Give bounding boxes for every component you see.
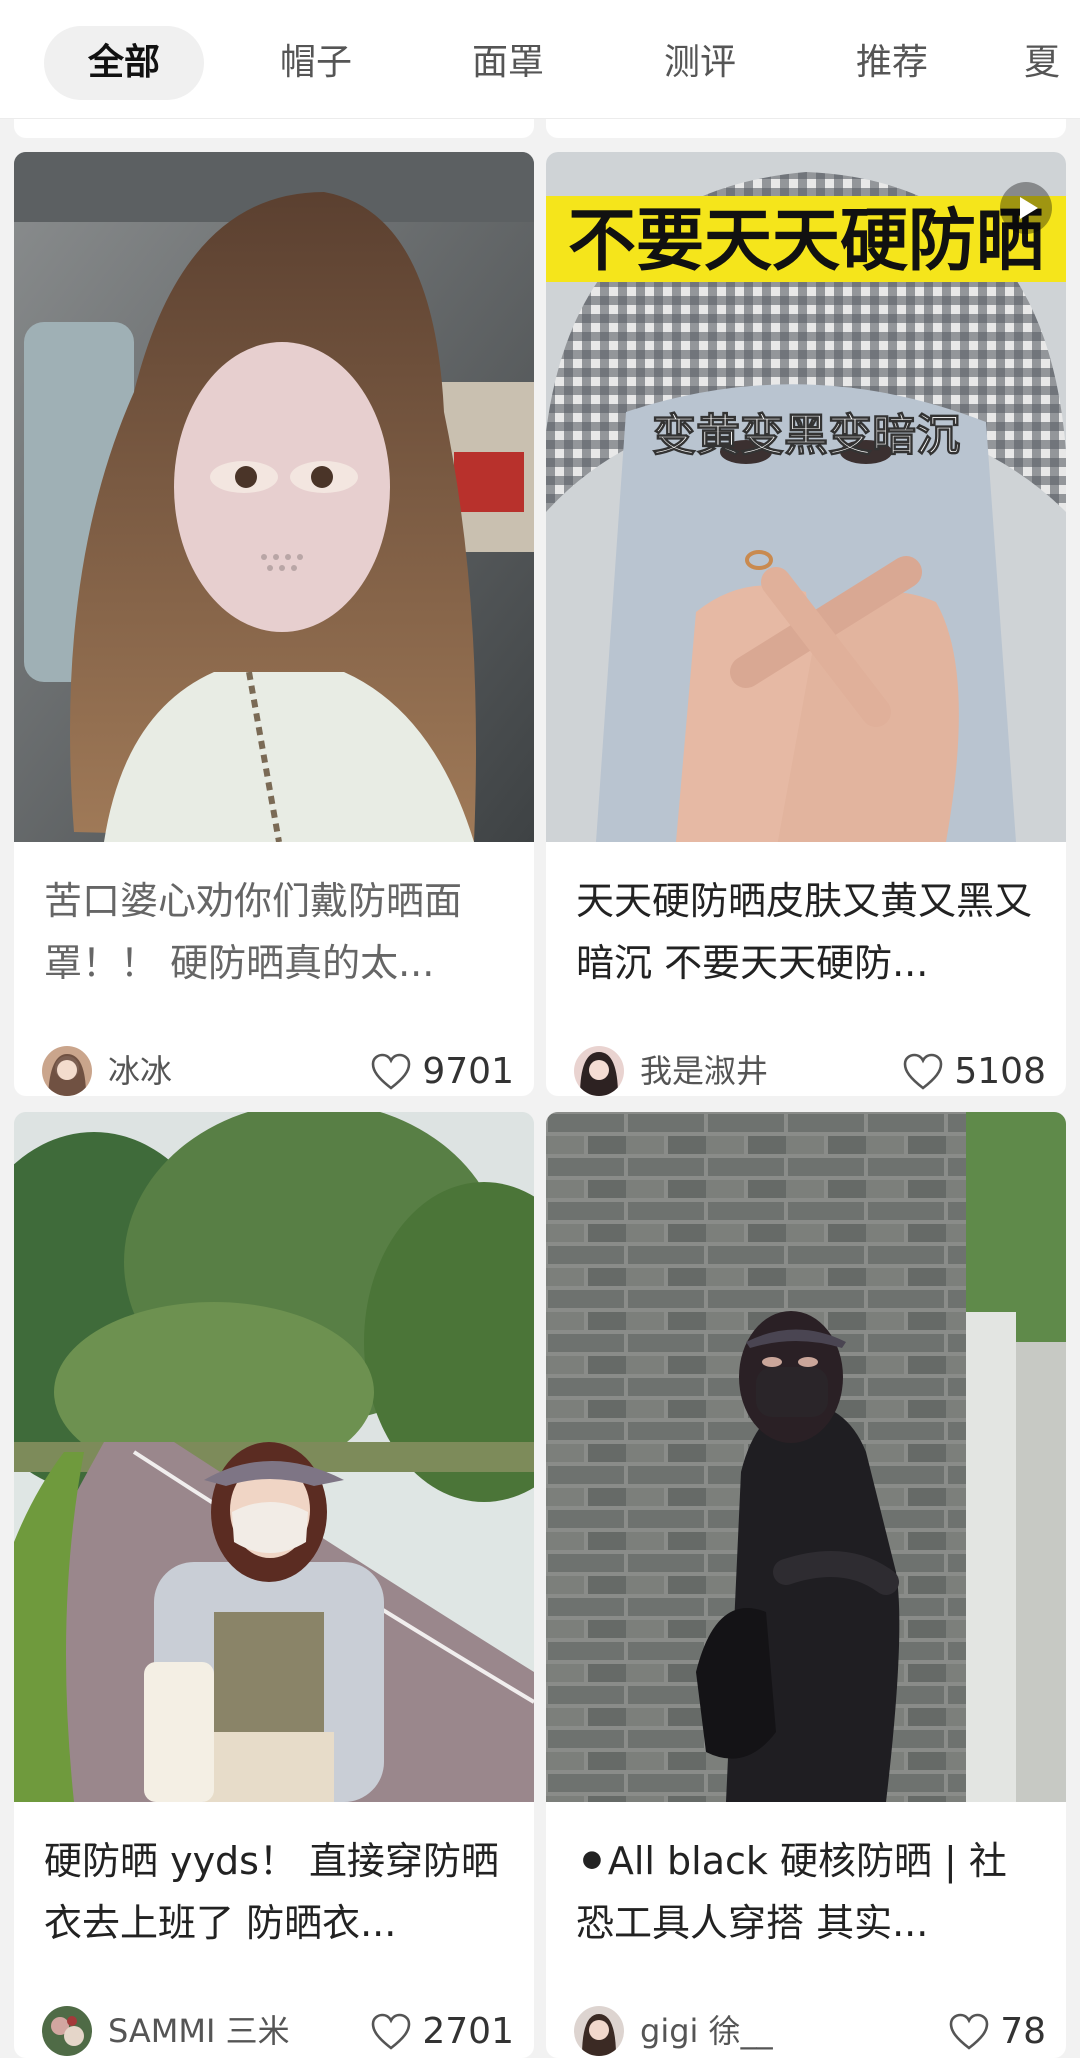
feed-card[interactable]: 苦口婆心劝你们戴防晒面罩！！ 硬防晒真的太... 冰冰 9701: [14, 152, 534, 1096]
tab-masks[interactable]: 面罩: [448, 26, 568, 100]
avatar[interactable]: [574, 1046, 624, 1096]
tab-summer[interactable]: 夏: [1024, 26, 1080, 100]
card-footer: gigi 徐__ 78: [574, 2000, 1050, 2058]
card-title[interactable]: ⚫All black 硬核防晒 | 社恐工具人穿搭 其实...: [576, 1830, 1038, 1954]
heart-icon: [949, 2013, 989, 2050]
author-name[interactable]: SAMMI 三米: [108, 2008, 290, 2054]
tab-hats[interactable]: 帽子: [256, 26, 376, 100]
avatar[interactable]: [574, 2006, 624, 2056]
like-button[interactable]: 9701: [370, 1048, 514, 1094]
like-count: 78: [1000, 2010, 1046, 2052]
card-footer: 我是淑井 5108: [574, 1040, 1050, 1096]
card-footer: 冰冰 9701: [42, 1040, 518, 1096]
overlay-subheadline: 变黄变黑变暗沉: [652, 410, 960, 461]
feed-card[interactable]: 硬防晒 yyds！ 直接穿防晒衣去上班了 防晒衣... SAMMI 三米 270…: [14, 1112, 534, 2058]
card-title[interactable]: 天天硬防晒皮肤又黄又黑又暗沉 不要天天硬防...: [576, 870, 1038, 994]
tab-recommend[interactable]: 推荐: [832, 26, 952, 100]
heart-icon: [372, 1053, 411, 1090]
like-button[interactable]: 78: [948, 2008, 1046, 2054]
author-name[interactable]: 我是淑井: [640, 1048, 768, 1094]
like-count: 9701: [422, 1050, 514, 1092]
card-cover-image[interactable]: [14, 152, 534, 842]
card-cover-video[interactable]: 不要天天硬防晒 变黄变黑变暗沉: [546, 152, 1066, 842]
previous-card-bottom: [546, 118, 1066, 138]
overlay-headline: 不要天天硬防晒: [568, 202, 1044, 281]
avatar[interactable]: [42, 1046, 92, 1096]
card-cover-image[interactable]: [14, 1112, 534, 1802]
category-tab-bar: 全部 帽子 面罩 测评 推荐 夏: [0, 0, 1080, 119]
author-name[interactable]: gigi 徐__: [640, 2008, 773, 2054]
heart-icon: [372, 2013, 411, 2050]
card-footer: SAMMI 三米 2701: [42, 2000, 518, 2058]
tab-reviews[interactable]: 测评: [640, 26, 760, 100]
feed-page: 全部 帽子 面罩 测评 推荐 夏 苦口婆心劝你们戴防晒面罩！！ 硬防晒真的太..…: [0, 0, 1080, 2058]
avatar[interactable]: [42, 2006, 92, 2056]
like-button[interactable]: 5108: [902, 1048, 1046, 1094]
previous-card-bottom: [14, 118, 534, 138]
feed-card[interactable]: 不要天天硬防晒 变黄变黑变暗沉 天天硬防晒皮肤又黄又黑又暗沉 不要天天硬防...…: [546, 152, 1066, 1096]
like-button[interactable]: 2701: [370, 2008, 514, 2054]
tab-all[interactable]: 全部: [44, 26, 204, 100]
like-count: 5108: [954, 1050, 1046, 1092]
heart-icon: [904, 1053, 943, 1090]
author-name[interactable]: 冰冰: [108, 1048, 172, 1094]
card-title[interactable]: 苦口婆心劝你们戴防晒面罩！！ 硬防晒真的太...: [44, 870, 506, 994]
card-title[interactable]: 硬防晒 yyds！ 直接穿防晒衣去上班了 防晒衣...: [44, 1830, 506, 1954]
card-cover-image[interactable]: [546, 1112, 1066, 1802]
like-count: 2701: [422, 2010, 514, 2052]
feed-card[interactable]: ⚫All black 硬核防晒 | 社恐工具人穿搭 其实... gigi 徐__…: [546, 1112, 1066, 2058]
play-icon: [1000, 182, 1052, 234]
